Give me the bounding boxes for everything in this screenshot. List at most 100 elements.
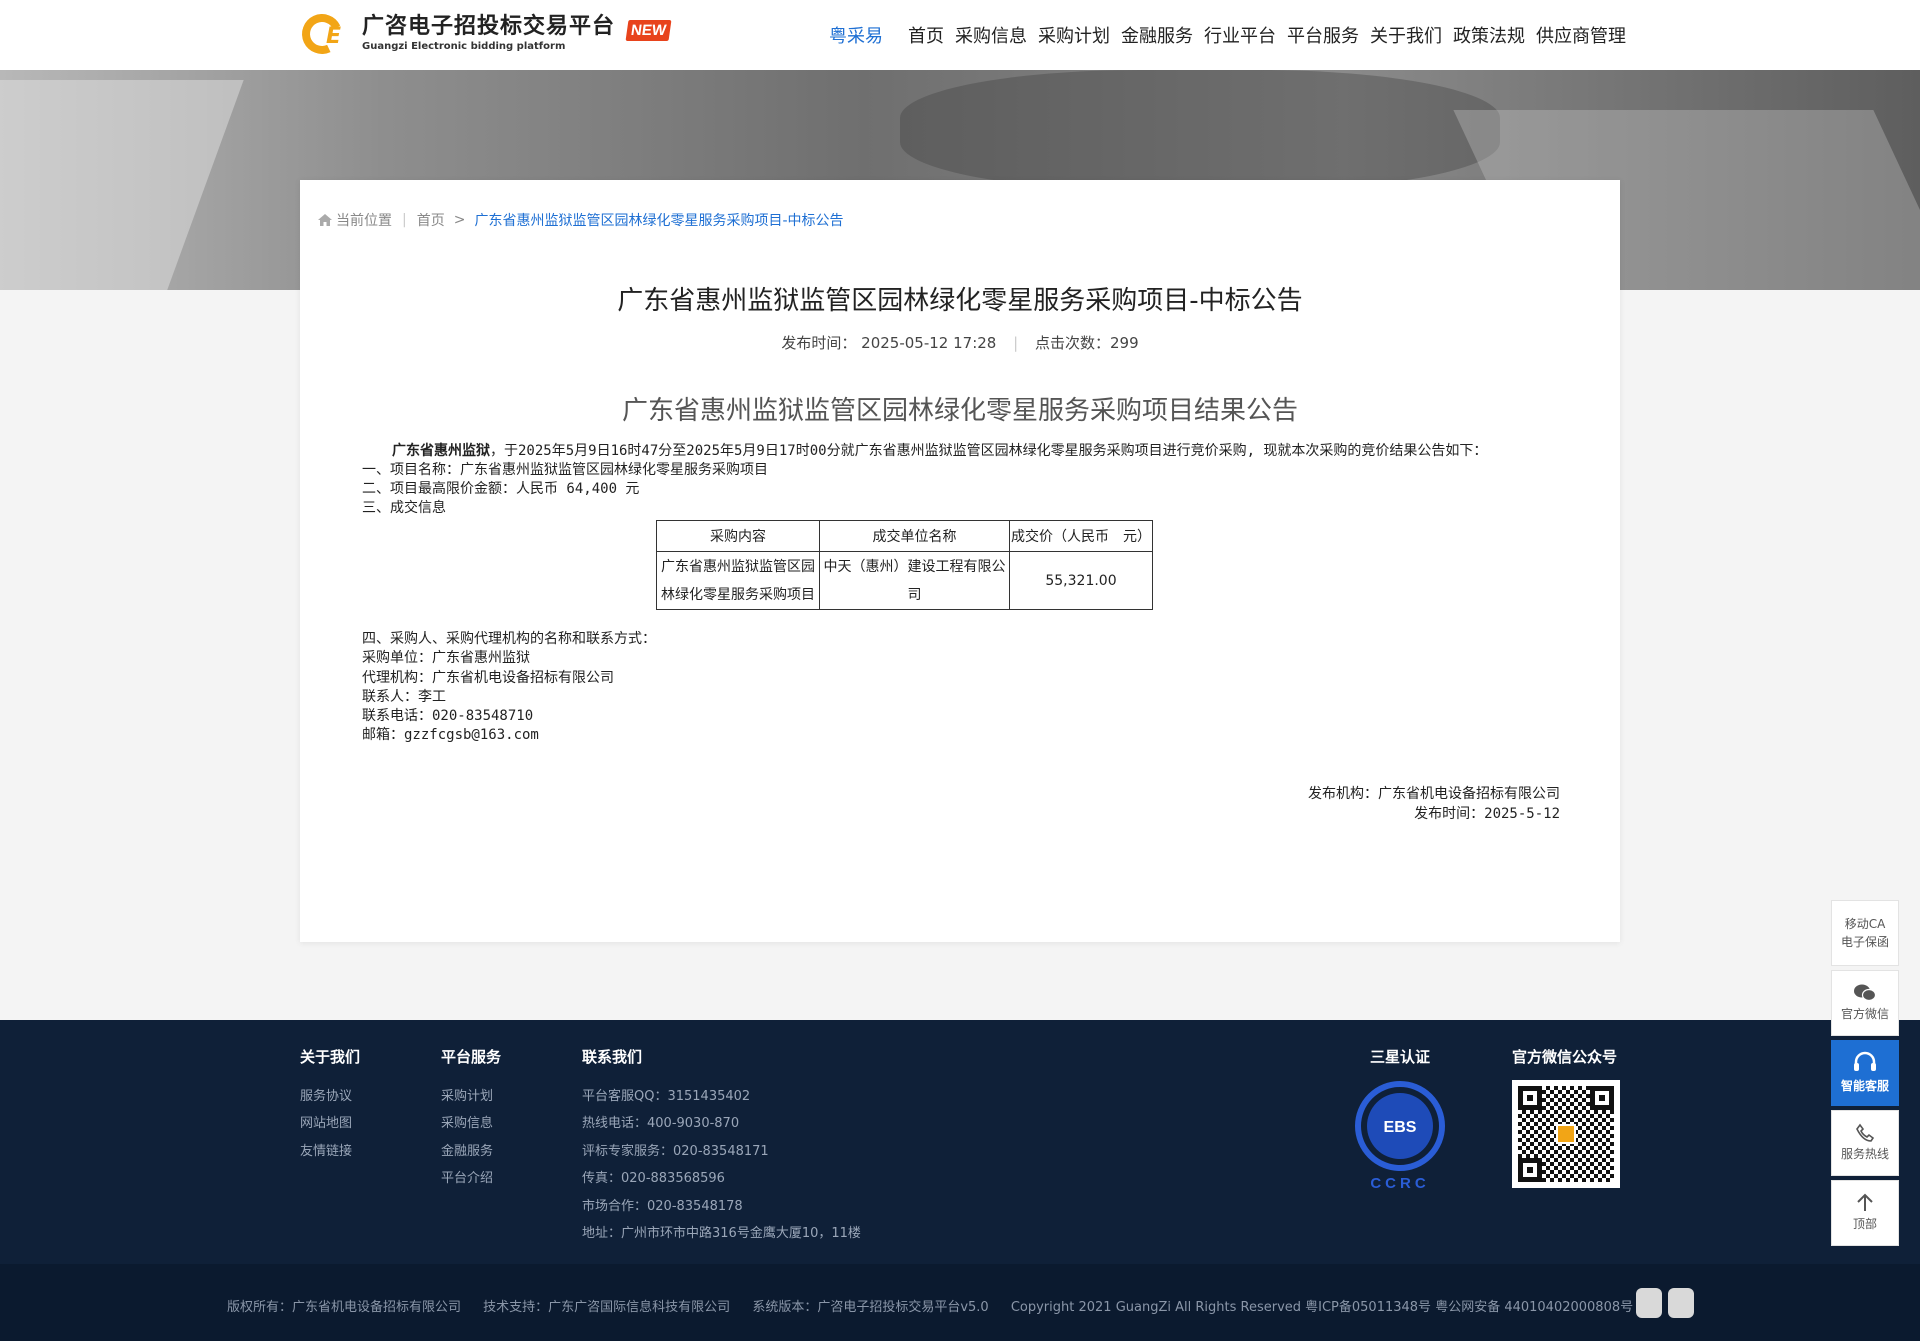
- footer-link[interactable]: 友情链接: [300, 1138, 360, 1165]
- arrow-up-icon: [1857, 1193, 1873, 1211]
- side-toolbar: 移动CA 电子保函 官方微信 智能客服 服务热线 顶部: [1831, 900, 1899, 1250]
- breadcrumb-home-link[interactable]: 首页: [417, 210, 445, 230]
- item-project-name: 一、项目名称：广东省惠州监狱监管区园林绿化零星服务采购项目: [362, 462, 768, 478]
- site-logo[interactable]: E 广咨电子招投标交易平台 Guangzi Electronic bidding…: [296, 8, 672, 60]
- wechat-title: 官方微信公众号: [1512, 1048, 1618, 1066]
- logo-title: 广咨电子招投标交易平台: [362, 14, 616, 39]
- nav-item-procurement-info[interactable]: 采购信息: [955, 22, 1027, 48]
- ai-service-button[interactable]: 智能客服: [1831, 1040, 1899, 1106]
- new-badge: NEW: [625, 19, 672, 41]
- intro-text: ，于2025年5月9日16时47分至2025年5月9日17时00分就广东省惠州监…: [490, 443, 1488, 459]
- item-deal-info: 三、成交信息: [362, 500, 446, 516]
- side-tool-label: 电子保函: [1840, 935, 1889, 949]
- headset-icon: [1854, 1051, 1876, 1071]
- footer-contact: 联系我们 平台客服QQ：3151435402 热线电话：400-9030-870…: [582, 1046, 861, 1247]
- logo-mark-icon: E: [296, 8, 358, 60]
- footer-service: 平台服务 采购计划 采购信息 金融服务 平台介绍: [441, 1046, 501, 1193]
- footer-link[interactable]: 采购信息: [441, 1110, 501, 1137]
- security-badges: [1636, 1288, 1694, 1318]
- footer-about-title: 关于我们: [300, 1048, 361, 1066]
- buyer-name: 采购单位：广东省惠州监狱: [362, 650, 530, 667]
- logo-subtitle: Guangzi Electronic bidding platform: [362, 41, 566, 52]
- footer-contact-line: 评标专家服务：020-83548171: [582, 1143, 769, 1159]
- nav-item-policy[interactable]: 政策法规: [1453, 22, 1525, 48]
- breadcrumb-divider: |: [402, 212, 407, 228]
- footer-contact-line: 市场合作：020-83548178: [582, 1198, 743, 1214]
- nav-item-industry[interactable]: 行业平台: [1204, 22, 1276, 48]
- table-header: 成交单位名称: [819, 520, 1010, 552]
- nav-item-procurement-plan[interactable]: 采购计划: [1038, 22, 1110, 48]
- breadcrumb-label: 当前位置: [336, 213, 392, 229]
- footer-link[interactable]: 网站地图: [300, 1110, 360, 1137]
- copyright-bar: 版权所有：广东省机电设备招标有限公司 技术支持：广东广咨国际信息科技有限公司 系…: [0, 1264, 1920, 1341]
- footer-contact-line: 地址：广州市环市中路316号金鹰大厦10，11楼: [582, 1226, 861, 1242]
- footer-contact-line: 平台客服QQ：3151435402: [582, 1089, 751, 1104]
- footer-link[interactable]: 金融服务: [441, 1138, 501, 1165]
- notice-card: 当前位置 | 首页 > 广东省惠州监狱监管区园林绿化零星服务采购项目-中标公告 …: [300, 180, 1620, 942]
- nav-item-finance[interactable]: 金融服务: [1121, 22, 1193, 48]
- copyright-owner: 版权所有：广东省机电设备招标有限公司: [227, 1300, 462, 1315]
- footer-link[interactable]: 采购计划: [441, 1083, 501, 1110]
- copyright-tech: 技术支持：广东广咨国际信息科技有限公司: [483, 1300, 731, 1315]
- page-title: 广东省惠州监狱监管区园林绿化零星服务采购项目-中标公告: [617, 286, 1303, 316]
- contact-person: 联系人：李工: [362, 688, 446, 705]
- nav-item-home[interactable]: 首页: [908, 22, 944, 48]
- nav-item-platform-service[interactable]: 平台服务: [1287, 22, 1359, 48]
- official-wechat-button[interactable]: 官方微信: [1831, 970, 1899, 1036]
- table-cell: 广东省惠州监狱监管区园林绿化零星服务采购项目: [656, 551, 820, 610]
- intro-paragraph: 广东省惠州监狱，于2025年5月9日16时47分至2025年5月9日17时00分…: [362, 442, 1582, 461]
- contact-email: 邮箱：gzzfcgsb@163.com: [362, 727, 539, 744]
- police-badge-icon[interactable]: [1636, 1288, 1662, 1318]
- copyright-notice: Copyright 2021 GuangZi All Rights Reserv…: [1010, 1300, 1634, 1315]
- ebs-cert-logo-icon[interactable]: EBS CCRC: [1352, 1080, 1448, 1192]
- header: E 广咨电子招投标交易平台 Guangzi Electronic bidding…: [0, 0, 1920, 70]
- article-title: 广东省惠州监狱监管区园林绿化零星服务采购项目结果公告: [621, 396, 1298, 426]
- side-tool-label: 智能客服: [1840, 1079, 1889, 1093]
- table-cell: 中天（惠州）建设工程有限公司: [819, 551, 1010, 610]
- table-row: 广东省惠州监狱监管区园林绿化零星服务采购项目 中天（惠州）建设工程有限公司 55…: [656, 551, 1153, 610]
- cert-title: 三星认证: [1370, 1048, 1431, 1066]
- table-header: 成交价（人民币 元）: [1009, 520, 1153, 552]
- footer-contact-title: 联系我们: [582, 1048, 643, 1066]
- cert-ebs-text: EBS: [1384, 1119, 1417, 1136]
- side-tool-label: 移动CA: [1844, 917, 1886, 931]
- publish-time: 2025-05-12 17:28: [861, 334, 997, 352]
- item-price-cap: 二、项目最高限价金额：人民币 64,400 元: [362, 481, 640, 497]
- doc-meta: 发布时间： 2025-05-12 17:28 | 点击次数：299: [781, 334, 1139, 352]
- wechat-icon: [1854, 984, 1876, 1002]
- signoff-org: 发布机构：广东省机电设备招标有限公司: [1308, 786, 1560, 802]
- nav-item-yuecaiyi[interactable]: 粤采易: [829, 22, 883, 48]
- cert-ccrc-text: CCRC: [1370, 1175, 1429, 1192]
- breadcrumb-current[interactable]: 广东省惠州监狱监管区园林绿化零星服务采购项目-中标公告: [474, 210, 843, 230]
- hotline-button[interactable]: 服务热线: [1831, 1110, 1899, 1176]
- side-tool-label: 顶部: [1852, 1217, 1877, 1231]
- signoff: 发布机构：广东省机电设备招标有限公司 发布时间：2025-5-12: [1308, 784, 1560, 824]
- copyright-version: 系统版本：广咨电子招投标交易平台v5.0: [752, 1300, 989, 1315]
- breadcrumb-arrow: >: [453, 212, 466, 228]
- intro-buyer: 广东省惠州监狱: [392, 443, 490, 459]
- main-nav: 粤采易 首页 采购信息 采购计划 金融服务 行业平台 平台服务 关于我们 政策法…: [829, 22, 1637, 48]
- result-table: 采购内容 成交单位名称 成交价（人民币 元） 广东省惠州监狱监管区园林绿化零星服…: [656, 520, 1153, 610]
- nav-item-about[interactable]: 关于我们: [1370, 22, 1442, 48]
- side-tool-label: 服务热线: [1840, 1147, 1889, 1161]
- table-cell: 55,321.00: [1009, 551, 1153, 610]
- footer-link[interactable]: 平台介绍: [441, 1165, 501, 1192]
- footer: 关于我们 服务协议 网站地图 友情链接 平台服务 采购计划 采购信息 金融服务 …: [0, 1020, 1920, 1264]
- footer-contact-line: 传真：020-883568596: [582, 1171, 725, 1187]
- publish-label: 发布时间：: [781, 334, 857, 352]
- item-contacts-heading: 四、采购人、采购代理机构的名称和联系方式：: [362, 631, 656, 647]
- wechat-qr-code: [1512, 1080, 1620, 1188]
- nav-item-supplier[interactable]: 供应商管理: [1536, 22, 1626, 48]
- breadcrumb: 当前位置 | 首页 > 广东省惠州监狱监管区园林绿化零星服务采购项目-中标公告: [318, 210, 844, 230]
- contact-phone: 联系电话：020-83548710: [362, 708, 534, 725]
- table-header: 采购内容: [656, 520, 820, 552]
- agency-name: 代理机构：广东省机电设备招标有限公司: [362, 669, 614, 686]
- footer-link[interactable]: 服务协议: [300, 1083, 360, 1110]
- signoff-date: 发布时间：2025-5-12: [1414, 806, 1560, 822]
- security-badge-icon[interactable]: [1668, 1288, 1694, 1318]
- home-icon: [318, 214, 332, 226]
- mobile-ca-button[interactable]: 移动CA 电子保函: [1831, 900, 1899, 966]
- side-tool-label: 官方微信: [1840, 1007, 1889, 1021]
- click-count: 299: [1109, 334, 1139, 352]
- back-to-top-button[interactable]: 顶部: [1831, 1180, 1899, 1246]
